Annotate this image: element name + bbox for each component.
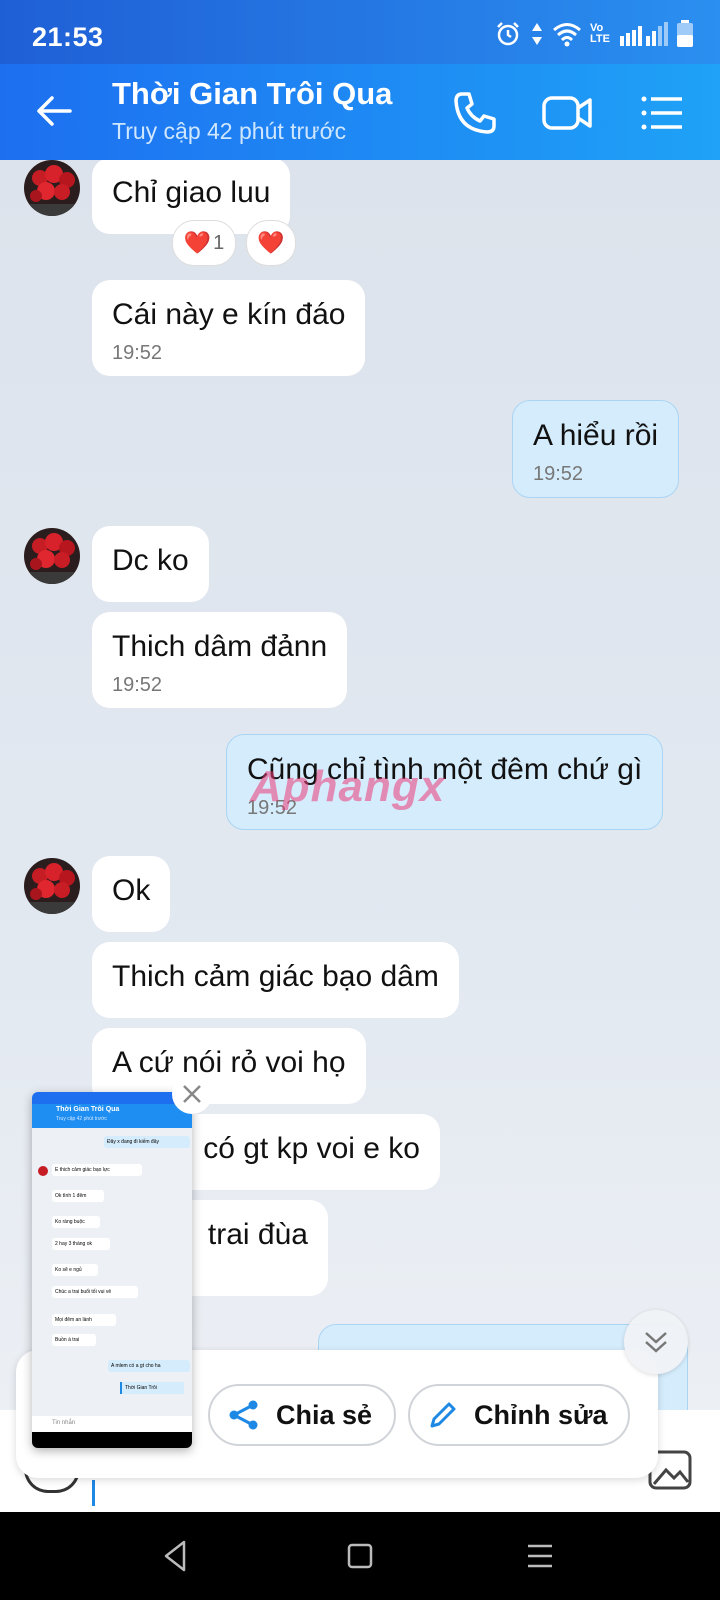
scroll-to-bottom-button[interactable] bbox=[624, 1310, 688, 1374]
alarm-icon bbox=[497, 22, 519, 46]
thumb-line: Chúc a trai buổi tối vui vẻ bbox=[52, 1286, 138, 1298]
data-arrows-icon bbox=[532, 23, 542, 45]
contact-avatar[interactable] bbox=[24, 160, 80, 216]
edit-button[interactable]: Chỉnh sửa bbox=[408, 1384, 630, 1446]
incoming-message[interactable]: Dc ko bbox=[92, 526, 209, 602]
thumb-line: Mọi đêm an lành bbox=[52, 1314, 116, 1326]
thumb-status-bar bbox=[32, 1092, 192, 1104]
phone-call-icon[interactable] bbox=[448, 86, 502, 140]
close-thumbnail-button[interactable] bbox=[172, 1074, 212, 1114]
status-icons: Vo LTE bbox=[494, 20, 694, 48]
watermark: Aphangx bbox=[250, 762, 446, 811]
video-call-icon[interactable] bbox=[540, 86, 594, 140]
incoming-message[interactable]: Thich cảm giác bạo dâm bbox=[92, 942, 459, 1018]
volte-label: Vo LTE bbox=[590, 22, 610, 45]
message-time: 19:52 bbox=[112, 674, 163, 696]
outgoing-message[interactable]: A hiểu rồi 19:52 bbox=[512, 400, 680, 498]
thumb-line: Ok tình 1 đêm bbox=[52, 1190, 104, 1202]
thumb-line: Thời Gian Trôi bbox=[120, 1382, 184, 1394]
message-text: Cái này e kín đáo bbox=[112, 298, 346, 331]
thumb-avatar bbox=[38, 1166, 48, 1176]
thumb-line: Buồn à trai bbox=[52, 1334, 96, 1346]
screenshot-thumbnail[interactable]: Thời Gian Trôi Qua Truy cập 42 phút trướ… bbox=[32, 1092, 192, 1448]
edit-label: Chỉnh sửa bbox=[474, 1399, 608, 1430]
menu-list-icon[interactable] bbox=[636, 86, 690, 140]
reaction-badge[interactable]: ❤️ 1 bbox=[172, 220, 236, 266]
battery-icon bbox=[677, 20, 693, 47]
thumb-message-list: Đây x đang đi kiếm đây E thich cảm giác … bbox=[32, 1128, 192, 1416]
heart-icon: ❤️ bbox=[257, 230, 285, 255]
contact-avatar[interactable] bbox=[24, 528, 80, 584]
signal-icon bbox=[620, 22, 668, 46]
thumb-line: Ko ràng buộc bbox=[52, 1216, 100, 1228]
message-text: A hiểu rồi bbox=[533, 419, 659, 452]
status-bar: 21:53 Vo LTE bbox=[0, 0, 720, 64]
incoming-message[interactable]: Cái này e kín đáo 19:52 bbox=[92, 280, 366, 376]
incoming-message[interactable]: Thich dâm đảnn 19:52 bbox=[92, 612, 348, 708]
reaction-count: 1 bbox=[213, 231, 225, 254]
status-time: 21:53 bbox=[32, 22, 104, 52]
thumb-header: Thời Gian Trôi Qua Truy cập 42 phút trướ… bbox=[32, 1104, 192, 1128]
nav-recents-icon[interactable] bbox=[520, 1536, 560, 1576]
incoming-message[interactable]: Ok bbox=[92, 856, 171, 932]
thumb-nav-bar bbox=[32, 1432, 192, 1448]
share-button[interactable]: Chia sẻ bbox=[208, 1384, 396, 1446]
contact-avatar[interactable] bbox=[24, 858, 80, 914]
system-nav-bar bbox=[0, 1512, 720, 1600]
thumb-line: 2 hay 3 tháng ok bbox=[52, 1238, 110, 1250]
thumb-line: Đây x đang đi kiếm đây bbox=[104, 1136, 190, 1148]
message-text: Thich dâm đảnn bbox=[112, 630, 328, 663]
wifi-icon bbox=[553, 23, 581, 47]
last-seen-status: Truy cập 42 phút trước bbox=[112, 118, 347, 144]
text-cursor bbox=[92, 1480, 95, 1506]
back-arrow-icon[interactable] bbox=[30, 86, 80, 136]
contact-name[interactable]: Thời Gian Trôi Qua bbox=[112, 76, 392, 112]
share-icon bbox=[229, 1400, 258, 1430]
heart-reaction-icon: ❤️ bbox=[183, 230, 212, 255]
thumb-input-bar: Tin nhắn bbox=[32, 1416, 192, 1432]
message-time: 19:52 bbox=[112, 342, 163, 364]
message-text: Thich cảm giác bạo dâm bbox=[112, 960, 439, 993]
thumb-input-placeholder: Tin nhắn bbox=[52, 1420, 76, 1426]
react-button[interactable]: ❤️ bbox=[246, 220, 296, 266]
message-text: Dc ko bbox=[112, 544, 189, 577]
message-text: Chỉ giao luu bbox=[112, 176, 271, 209]
nav-home-icon[interactable] bbox=[340, 1536, 380, 1576]
pencil-icon bbox=[430, 1402, 456, 1428]
close-icon bbox=[183, 1085, 201, 1103]
message-text: Ok bbox=[112, 874, 151, 907]
message-text: A cứ nói rỏ voi họ bbox=[112, 1046, 346, 1079]
share-label: Chia sẻ bbox=[276, 1399, 373, 1430]
message-time: 19:52 bbox=[533, 463, 584, 485]
thumb-line: E thich cảm giác bạo lực bbox=[52, 1164, 142, 1176]
double-chevron-down-icon bbox=[645, 1332, 667, 1353]
nav-back-icon[interactable] bbox=[156, 1536, 196, 1576]
chat-header: Thời Gian Trôi Qua Truy cập 42 phút trướ… bbox=[0, 64, 720, 160]
thumb-subtitle: Truy cập 42 phút trước bbox=[56, 1116, 107, 1122]
thumb-line: Ko sẽ e ngủ bbox=[52, 1264, 98, 1276]
thumb-line: A mlem có a gt cho ha bbox=[108, 1360, 190, 1372]
thumb-title: Thời Gian Trôi Qua bbox=[56, 1106, 120, 1113]
